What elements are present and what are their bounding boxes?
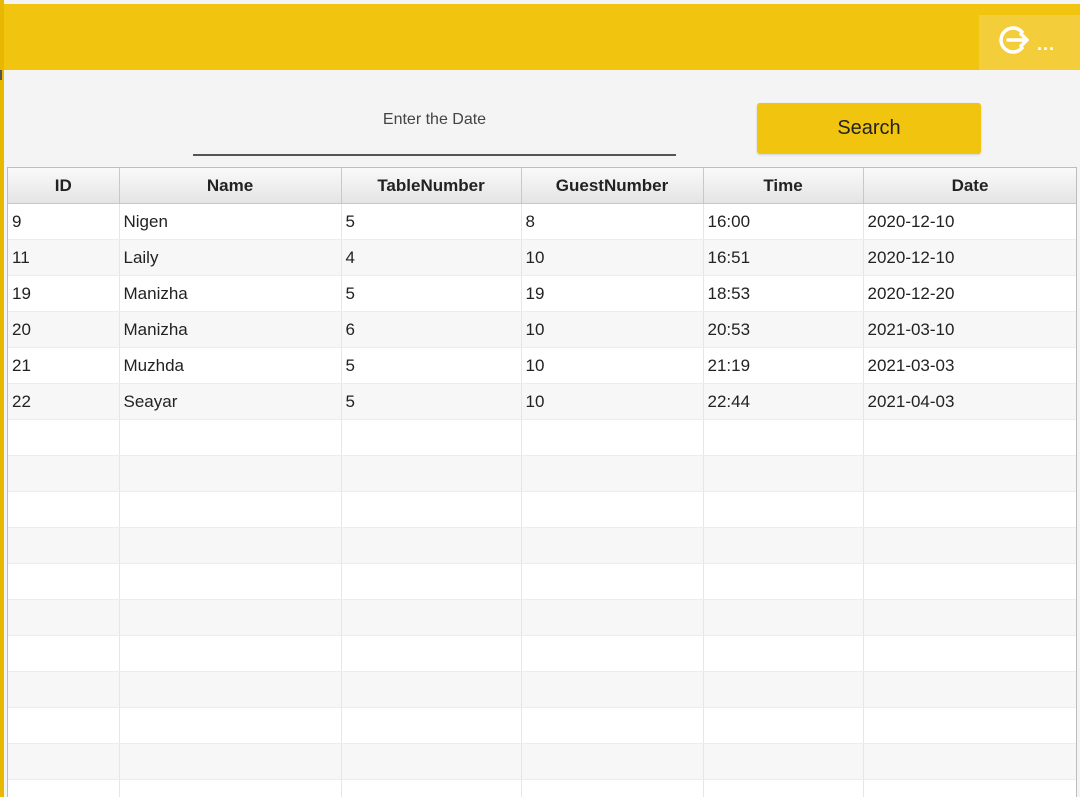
cell-id: 11: [8, 239, 120, 276]
empty-table-row: [8, 779, 1076, 797]
cell-time: 20:53: [703, 311, 864, 348]
table-body: 9 Nigen 5 8 16:00 2020-12-10 11 Laily 4 …: [8, 203, 1076, 797]
reservations-table[interactable]: ID Name TableNumber GuestNumber Time Dat…: [7, 167, 1077, 797]
cell-time: 18:53: [703, 275, 864, 312]
column-header-date[interactable]: Date: [863, 168, 1076, 204]
header-bar: ...: [4, 4, 1080, 70]
empty-table-row: [8, 419, 1076, 456]
column-header-name[interactable]: Name: [119, 168, 342, 204]
column-header-time[interactable]: Time: [703, 168, 864, 204]
cell-guest-number: 19: [521, 275, 704, 312]
logout-button[interactable]: ...: [979, 15, 1080, 70]
table-row[interactable]: 19 Manizha 5 19 18:53 2020-12-20: [8, 275, 1076, 312]
cell-table-number: 5: [341, 275, 522, 312]
cell-id: 9: [8, 203, 120, 240]
table-row[interactable]: 22 Seayar 5 10 22:44 2021-04-03: [8, 383, 1076, 420]
cell-id: 19: [8, 275, 120, 312]
column-header-table-number[interactable]: TableNumber: [341, 168, 522, 204]
cell-guest-number: 10: [521, 347, 704, 384]
empty-table-row: [8, 599, 1076, 636]
cell-table-number: 5: [341, 383, 522, 420]
table-row[interactable]: 21 Muzhda 5 10 21:19 2021-03-03: [8, 347, 1076, 384]
cell-id: 20: [8, 311, 120, 348]
table-row[interactable]: 11 Laily 4 10 16:51 2020-12-10: [8, 239, 1076, 276]
cell-name: Laily: [119, 239, 342, 276]
cell-time: 22:44: [703, 383, 864, 420]
table-row[interactable]: 9 Nigen 5 8 16:00 2020-12-10: [8, 203, 1076, 240]
cell-name: Manizha: [119, 311, 342, 348]
cell-name: Muzhda: [119, 347, 342, 384]
cell-name: Manizha: [119, 275, 342, 312]
cell-table-number: 5: [341, 203, 522, 240]
cell-table-number: 4: [341, 239, 522, 276]
reservation-window: ... Search ID Name TableNumber GuestNumb…: [0, 0, 1080, 797]
cell-date: 2021-03-03: [863, 347, 1076, 384]
cell-id: 21: [8, 347, 120, 384]
cell-table-number: 5: [341, 347, 522, 384]
cell-name: Seayar: [119, 383, 342, 420]
cell-date: 2021-04-03: [863, 383, 1076, 420]
logout-overflow-dots: ...: [1037, 34, 1056, 54]
cell-guest-number: 10: [521, 239, 704, 276]
empty-table-row: [8, 527, 1076, 564]
empty-table-row: [8, 563, 1076, 600]
cell-id: 22: [8, 383, 120, 420]
empty-table-row: [8, 671, 1076, 708]
empty-table-row: [8, 707, 1076, 744]
empty-table-row: [8, 455, 1076, 492]
window-edge-marker: [0, 70, 2, 80]
cell-time: 16:00: [703, 203, 864, 240]
cell-name: Nigen: [119, 203, 342, 240]
search-button[interactable]: Search: [757, 103, 981, 154]
logout-icon: [997, 23, 1031, 62]
cell-table-number: 6: [341, 311, 522, 348]
column-header-id[interactable]: ID: [8, 168, 120, 204]
date-search-input[interactable]: [193, 104, 676, 156]
cell-date: 2021-03-10: [863, 311, 1076, 348]
cell-time: 16:51: [703, 239, 864, 276]
empty-table-row: [8, 743, 1076, 780]
table-header-row: ID Name TableNumber GuestNumber Time Dat…: [8, 168, 1076, 204]
cell-guest-number: 10: [521, 311, 704, 348]
empty-table-row: [8, 491, 1076, 528]
date-field-container: [193, 104, 676, 157]
window-left-border: [0, 0, 4, 797]
empty-table-row: [8, 635, 1076, 672]
column-header-guest-number[interactable]: GuestNumber: [521, 168, 704, 204]
cell-time: 21:19: [703, 347, 864, 384]
cell-date: 2020-12-20: [863, 275, 1076, 312]
cell-date: 2020-12-10: [863, 203, 1076, 240]
cell-guest-number: 10: [521, 383, 704, 420]
table-row[interactable]: 20 Manizha 6 10 20:53 2021-03-10: [8, 311, 1076, 348]
cell-guest-number: 8: [521, 203, 704, 240]
cell-date: 2020-12-10: [863, 239, 1076, 276]
